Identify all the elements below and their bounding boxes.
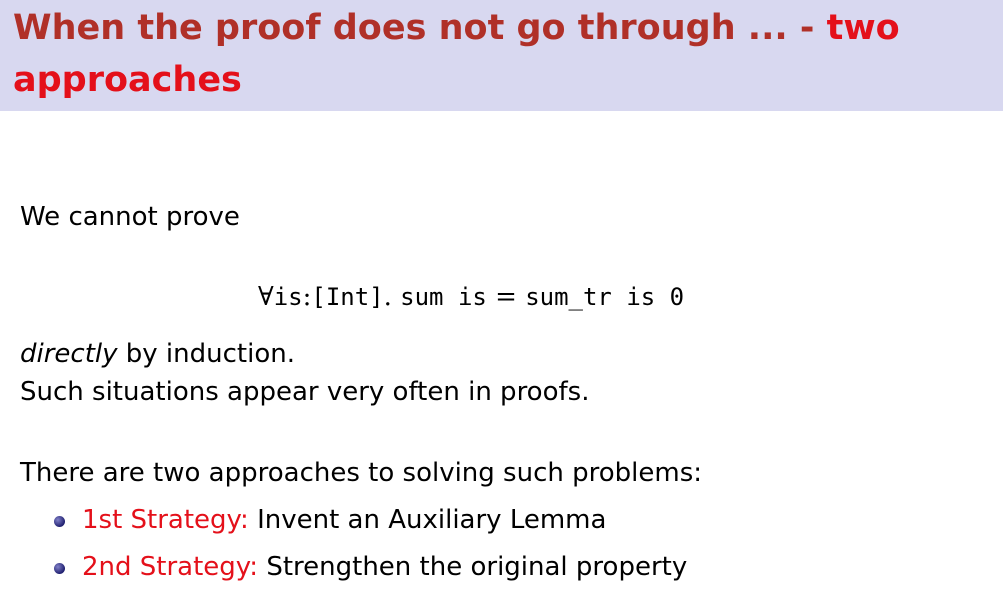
approaches-intro: There are two approaches to solving such…: [20, 458, 703, 488]
forall-symbol: ∀: [258, 282, 274, 312]
slide-title: When the proof does not go through ... -…: [13, 2, 973, 106]
title-main: When the proof does not go through ... -: [13, 8, 827, 48]
list-item: 1st Strategy: Invent an Auxiliary Lemma: [52, 504, 687, 551]
formula-type: [Int]: [311, 283, 384, 311]
intro-text: We cannot prove: [20, 202, 240, 232]
strategy-text: Strengthen the original property: [258, 552, 688, 582]
bullet-icon: [54, 516, 65, 527]
directly-rest: by induction.: [117, 339, 295, 369]
formula-var: is: [273, 283, 303, 311]
list-item: 2nd Strategy: Strengthen the original pr…: [52, 551, 687, 598]
formula-rhs: sum_tr is 0: [525, 283, 685, 311]
title-bar: When the proof does not go through ... -…: [0, 0, 1003, 111]
strategy-label: 2nd Strategy:: [82, 552, 259, 582]
situations-text: Such situations appear very often in pro…: [20, 377, 590, 407]
formula-lhs: sum is: [400, 283, 487, 311]
bullet-icon: [54, 563, 65, 574]
formula-eq: =: [495, 282, 517, 312]
directly-emphasis: directly: [20, 339, 118, 369]
directly-line: directly by induction.: [20, 338, 295, 370]
strategy-list: 1st Strategy: Invent an Auxiliary Lemma …: [52, 504, 687, 598]
formula-dot: .: [383, 282, 392, 312]
formula: ∀is:[Int]. sum is = sum_tr is 0: [258, 281, 684, 313]
slide: When the proof does not go through ... -…: [0, 0, 1003, 601]
strategy-label: 1st Strategy:: [82, 505, 249, 535]
strategy-text: Invent an Auxiliary Lemma: [248, 505, 607, 535]
